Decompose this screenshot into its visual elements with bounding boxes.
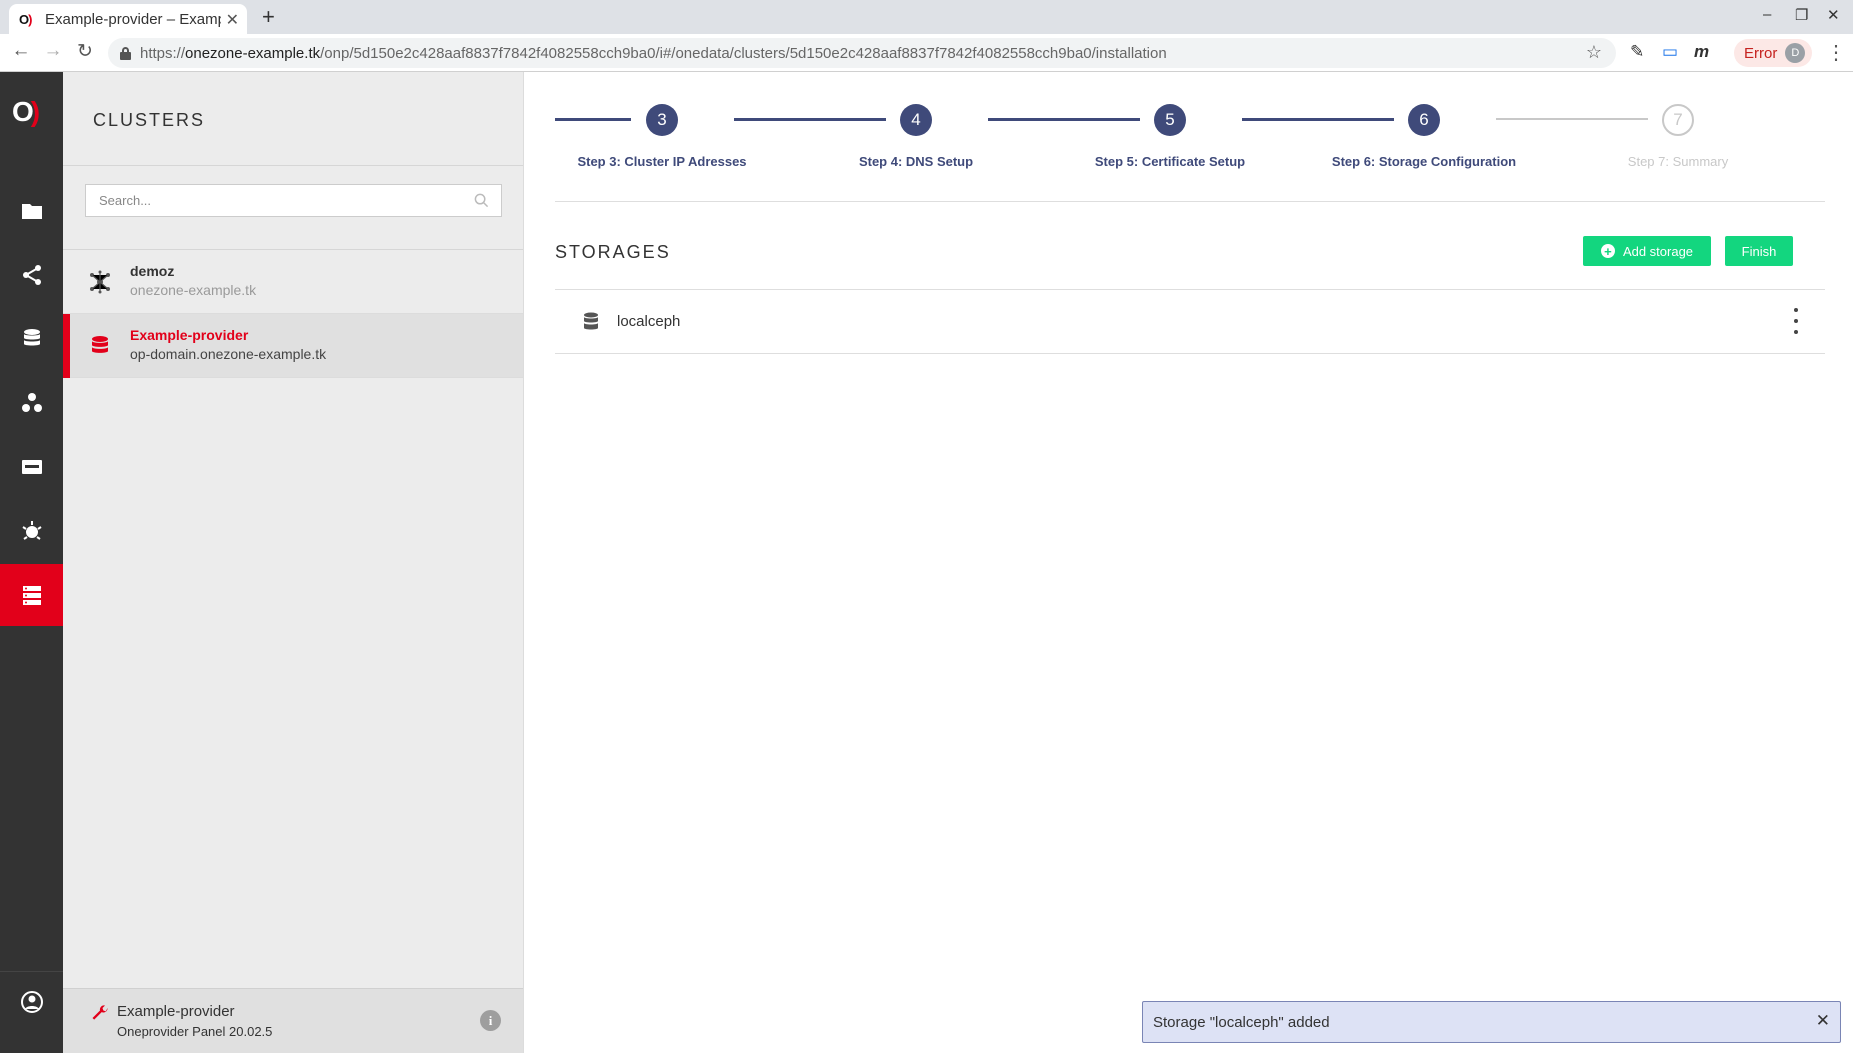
add-storage-button[interactable]: + Add storage bbox=[1583, 236, 1711, 266]
nav-groups-icon[interactable] bbox=[0, 372, 63, 434]
search-box bbox=[85, 184, 502, 217]
main-content: 3 Step 3: Cluster IP Adresses 4 Step 4: … bbox=[524, 72, 1853, 1053]
storages-title: STORAGES bbox=[555, 242, 671, 262]
add-circle-icon: + bbox=[1600, 244, 1615, 258]
cluster-item-demoz[interactable]: demoz onezone-example.tk bbox=[63, 250, 523, 314]
cluster-item-example-provider[interactable]: Example-provider op-domain.onezone-examp… bbox=[63, 314, 523, 378]
restore-icon[interactable]: ❐ bbox=[1795, 6, 1808, 24]
clusters-sidebar: CLUSTERS demoz onezone-example.tk Exampl… bbox=[63, 72, 524, 1053]
search-icon[interactable] bbox=[474, 193, 489, 208]
profile-error-label: Error bbox=[1744, 44, 1778, 62]
cast-icon[interactable]: ▭ bbox=[1662, 42, 1678, 62]
step-3-circle[interactable]: 3 bbox=[646, 104, 678, 136]
storage-database-icon bbox=[584, 312, 598, 330]
step-4-circle[interactable]: 4 bbox=[900, 104, 932, 136]
cluster-name: demoz bbox=[130, 263, 175, 279]
window-close-icon[interactable]: ✕ bbox=[1827, 6, 1840, 24]
step-connector bbox=[988, 118, 1140, 121]
sidebar-title: CLUSTERS bbox=[63, 72, 523, 166]
notification-message: Storage "localceph" added bbox=[1153, 1013, 1330, 1031]
search-input[interactable] bbox=[86, 185, 501, 216]
profile-avatar: D bbox=[1785, 43, 1806, 63]
cluster-domain: op-domain.onezone-example.tk bbox=[130, 346, 327, 362]
add-storage-label: Add storage bbox=[1622, 243, 1694, 259]
step-4-label[interactable]: Step 4: DNS Setup bbox=[806, 154, 1026, 169]
step-7-circle: 7 bbox=[1662, 104, 1694, 136]
step-5-circle[interactable]: 5 bbox=[1154, 104, 1186, 136]
nav-data-folder-icon[interactable] bbox=[0, 180, 63, 242]
main-nav-rail: O) bbox=[0, 72, 63, 1053]
step-6-label[interactable]: Step 6: Storage Configuration bbox=[1314, 154, 1534, 169]
cluster-domain: onezone-example.tk bbox=[130, 282, 257, 298]
onezone-cluster-icon bbox=[90, 270, 110, 294]
reload-icon[interactable]: ↻ bbox=[73, 40, 97, 63]
info-icon[interactable]: i bbox=[480, 1010, 501, 1031]
step-5-label[interactable]: Step 5: Certificate Setup bbox=[1060, 154, 1280, 169]
wrench-icon bbox=[92, 1005, 108, 1020]
onedata-favicon-icon: O) bbox=[19, 11, 33, 27]
browser-toolbar: ← → ↻ https://onezone-example.tk/onp/5d1… bbox=[0, 34, 1853, 72]
bookmark-star-icon[interactable]: ☆ bbox=[1586, 42, 1602, 63]
minimize-icon[interactable]: – bbox=[1763, 6, 1771, 23]
storage-name: localceph bbox=[617, 313, 681, 330]
footer-title: Example-provider bbox=[117, 1003, 235, 1020]
installation-stepper: 3 Step 3: Cluster IP Adresses 4 Step 4: … bbox=[555, 72, 1825, 202]
step-6-circle[interactable]: 6 bbox=[1408, 104, 1440, 136]
step-3-label[interactable]: Step 3: Cluster IP Adresses bbox=[552, 154, 772, 169]
extension-m-icon[interactable]: m bbox=[1694, 42, 1709, 62]
tab-close-icon[interactable]: ✕ bbox=[226, 10, 239, 30]
profile-error-button[interactable]: Error D bbox=[1734, 39, 1812, 67]
storages-header: STORAGES + Add storage Finish bbox=[555, 230, 1825, 290]
lock-icon bbox=[120, 46, 131, 60]
cluster-name: Example-provider bbox=[130, 327, 249, 343]
nav-clusters-icon[interactable] bbox=[0, 564, 63, 626]
tab-title: Example-provider – Example bbox=[45, 10, 221, 28]
back-icon[interactable]: ← bbox=[9, 40, 33, 62]
storage-actions-menu-icon[interactable] bbox=[1793, 308, 1799, 334]
new-tab-icon[interactable]: + bbox=[262, 4, 275, 30]
sidebar-footer: Example-provider Oneprovider Panel 20.02… bbox=[63, 988, 523, 1053]
step-connector bbox=[734, 118, 886, 121]
step-connector bbox=[555, 118, 631, 121]
sidebar-search bbox=[63, 166, 523, 250]
address-bar[interactable]: https://onezone-example.tk/onp/5d150e2c4… bbox=[108, 38, 1616, 68]
storage-item-localceph[interactable]: localceph bbox=[555, 290, 1825, 354]
footer-version: Oneprovider Panel 20.02.5 bbox=[117, 1024, 273, 1039]
nav-harvesters-icon[interactable] bbox=[0, 500, 63, 562]
nav-user-account-icon[interactable] bbox=[0, 971, 63, 1031]
finish-button[interactable]: Finish bbox=[1725, 236, 1793, 266]
step-7-label: Step 7: Summary bbox=[1627, 154, 1729, 169]
onedata-logo-icon[interactable]: O) bbox=[12, 96, 40, 128]
forward-icon[interactable]: → bbox=[41, 40, 65, 62]
nav-shares-icon[interactable] bbox=[0, 244, 63, 306]
nav-providers-database-icon[interactable] bbox=[0, 308, 63, 370]
step-connector bbox=[1242, 118, 1394, 121]
browser-tab[interactable]: O) Example-provider – Example ✕ bbox=[9, 4, 247, 34]
toast-close-icon[interactable]: ✕ bbox=[1816, 1011, 1830, 1031]
step-connector bbox=[1496, 118, 1648, 120]
notification-toast: Storage "localceph" added ✕ bbox=[1142, 1001, 1841, 1043]
browser-menu-icon[interactable]: ⋮ bbox=[1826, 40, 1846, 65]
nav-tokens-icon[interactable] bbox=[0, 436, 63, 498]
extension-puzzle-icon[interactable]: ✎ bbox=[1630, 42, 1644, 62]
url-text: https://onezone-example.tk/onp/5d150e2c4… bbox=[140, 44, 1167, 62]
provider-database-icon bbox=[92, 336, 108, 353]
browser-tabstrip: O) Example-provider – Example ✕ + – ❐ ✕ bbox=[0, 0, 1853, 34]
